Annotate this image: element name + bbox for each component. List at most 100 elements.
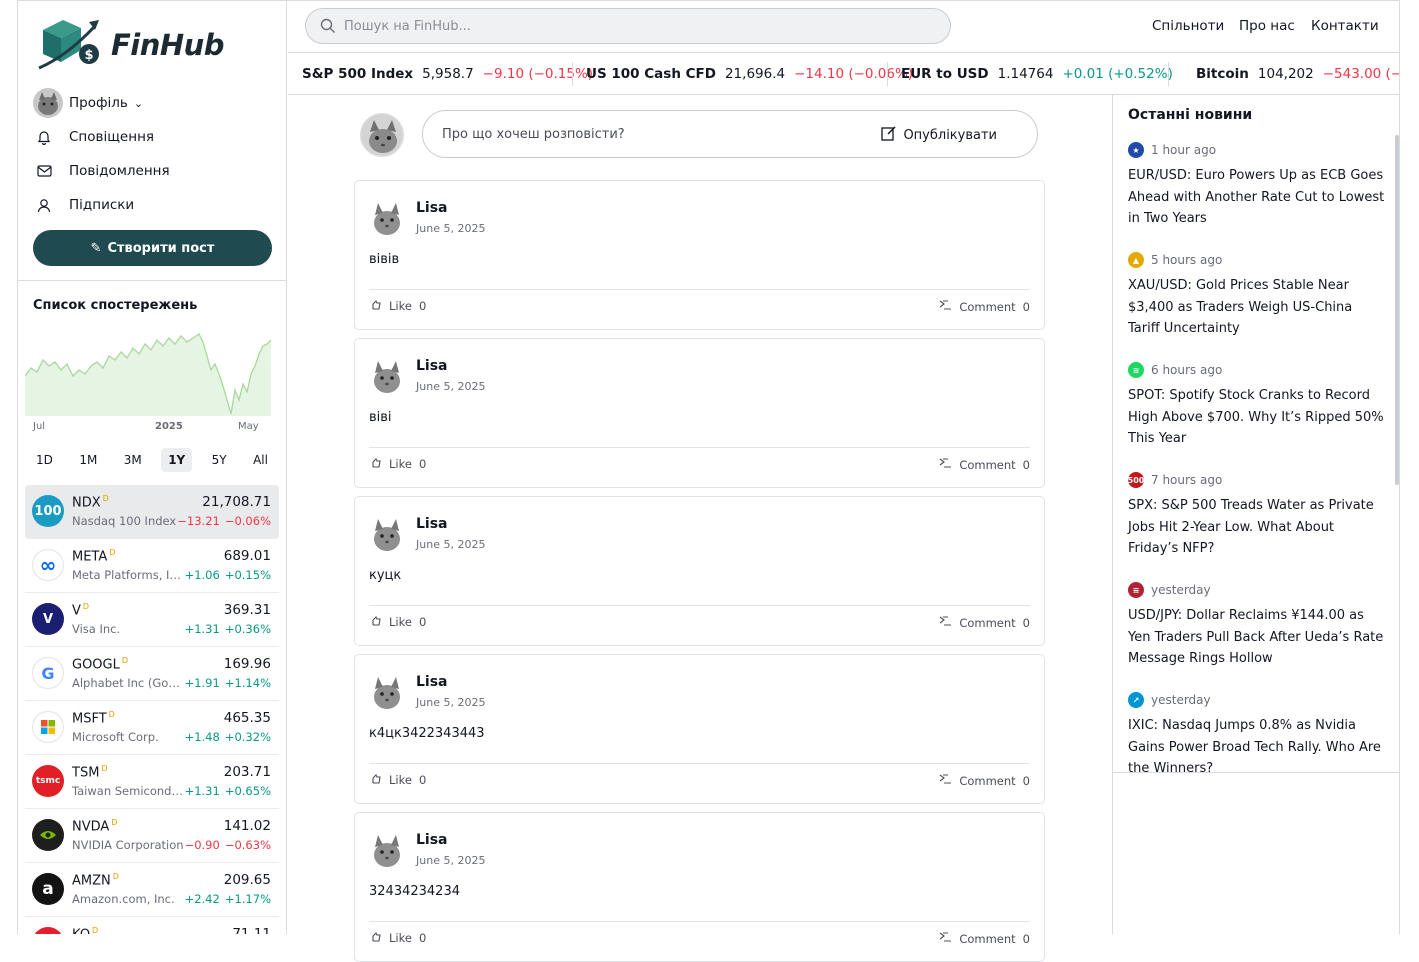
ticker-item[interactable]: US 100 Cash CFD 21,696.4 −14.10 (−0.06%)	[586, 66, 913, 82]
news-headline[interactable]: SPX: S&P 500 Treads Water as Private Job…	[1128, 495, 1386, 560]
search-bar[interactable]	[305, 8, 951, 44]
range-5y[interactable]: 5Y	[205, 448, 234, 472]
avatar[interactable]	[369, 199, 405, 237]
watchlist-name: Taiwan Semiconductor Manufacturing	[72, 784, 184, 798]
comment-count: 0	[1022, 458, 1030, 472]
watchlist-row[interactable]: 100 NDX D Nasdaq 100 Index 21,708.71 −13.21 −0…	[25, 485, 279, 539]
news-headline[interactable]: IXIC: Nasdaq Jumps 0.8% as Nvidia Gains …	[1128, 715, 1386, 772]
avatar[interactable]	[369, 831, 405, 869]
news-headline[interactable]: SPOT: Spotify Stock Cranks to Record Hig…	[1128, 385, 1386, 450]
axis-label: Jul	[33, 421, 46, 432]
symbol-text: GOOGL	[72, 657, 120, 673]
sidebar-item-messages[interactable]: Повідомлення	[33, 154, 273, 188]
news-time: 5 hours ago	[1151, 253, 1223, 267]
brand-name: FinHub	[111, 28, 225, 62]
like-button[interactable]: Like 0	[371, 615, 433, 629]
sidebar-item-subscriptions[interactable]: Підписки	[33, 188, 273, 222]
like-button[interactable]: Like 0	[371, 773, 433, 787]
news-headline[interactable]: EUR/USD: Euro Powers Up as ECB Goes Ahea…	[1128, 165, 1386, 230]
composer-avatar[interactable]	[360, 113, 404, 157]
range-3m[interactable]: 3M	[117, 448, 149, 472]
post-author[interactable]: Lisa	[416, 832, 448, 848]
divider	[369, 763, 1030, 764]
comment-button[interactable]: Comment 0	[931, 931, 1030, 946]
watchlist-price: 465.35	[223, 710, 271, 726]
watchlist-row[interactable]: G GOOGLD Alphabet Inc (Google) Class A 169.…	[25, 647, 279, 701]
avatar[interactable]	[369, 673, 405, 711]
sidebar-item-notifications[interactable]: Сповіщення	[33, 120, 273, 154]
range-1m[interactable]: 1M	[72, 448, 104, 472]
watchlist-price: 21,708.71	[202, 494, 271, 510]
post-date: June 5, 2025	[416, 222, 486, 235]
news-item[interactable]: ≡ yesterday USD/JPY: Dollar Reclaims ¥144.…	[1113, 575, 1400, 685]
news-headline[interactable]: USD/JPY: Dollar Reclaims ¥144.00 as Yen …	[1128, 605, 1386, 670]
comment-label: Comment	[959, 616, 1016, 630]
like-count: 0	[418, 299, 427, 313]
nav-about[interactable]: Про нас	[1239, 18, 1295, 34]
post-author[interactable]: Lisa	[416, 516, 448, 532]
ticker-logo-icon: V	[32, 603, 64, 635]
news-time: yesterday	[1151, 693, 1211, 707]
news-item[interactable]: ★ 1 hour ago EUR/USD: Euro Powers Up as EC…	[1113, 135, 1400, 245]
watchlist-name: Nasdaq 100 Index	[72, 514, 177, 528]
comment-button[interactable]: Comment 0	[931, 299, 1030, 314]
news-headline[interactable]: XAU/USD: Gold Prices Stable Near $3,400 …	[1128, 275, 1386, 340]
nav-contacts[interactable]: Контакти	[1311, 18, 1379, 34]
comment-icon	[938, 300, 952, 314]
news-item[interactable]: ▲ 5 hours ago XAU/USD: Gold Prices Stable …	[1113, 245, 1400, 355]
post-author[interactable]: Lisa	[416, 200, 448, 216]
post-card: Lisa June 5, 2025 32434234234 Like 0 Comment 0	[354, 812, 1045, 962]
news-item[interactable]: 500 7 hours ago SPX: S&P 500 Treads Water …	[1113, 465, 1400, 575]
like-button[interactable]: Like 0	[371, 457, 433, 471]
ticker-item[interactable]: S&P 500 Index 5,958.7 −9.10 (−0.15%)	[302, 66, 593, 82]
user-icon	[33, 198, 55, 213]
news-meta: 500 7 hours ago	[1128, 471, 1386, 489]
ticker-item[interactable]: EUR to USD 1.14764 +0.01 (+0.52%)	[901, 66, 1173, 82]
range-1y[interactable]: 1Y	[161, 448, 193, 472]
watchlist-row[interactable]: V V D Visa Inc. 369.31 +1.31 +0.36%	[25, 593, 279, 647]
news-item[interactable]: ↗ yesterday IXIC: Nasdaq Jumps 0.8% as Nvi…	[1113, 685, 1400, 772]
news-meta: ↗ yesterday	[1128, 691, 1386, 709]
brand-logo[interactable]: $ FinHub	[37, 16, 225, 74]
avatar[interactable]	[369, 357, 405, 395]
search-input[interactable]	[344, 18, 904, 34]
like-button[interactable]: Like 0	[371, 299, 433, 313]
post-author[interactable]: Lisa	[416, 674, 448, 690]
change-value: +1.48	[184, 730, 220, 744]
nav-communities[interactable]: Спільноти	[1152, 18, 1224, 34]
news-item[interactable]: ≋ 6 hours ago SPOT: Spotify Stock Cranks t…	[1113, 355, 1400, 465]
comment-button[interactable]: Comment 0	[931, 773, 1030, 788]
post-date: June 5, 2025	[416, 380, 486, 393]
watchlist-row[interactable]: MSFT D Microsoft Corp. 465.35 +1.48 +0.32%	[25, 701, 279, 755]
like-button[interactable]: Like 0	[371, 931, 433, 945]
spotify-icon: ≋	[1128, 362, 1144, 378]
symbol-text: KO	[72, 927, 90, 934]
post-author[interactable]: Lisa	[416, 358, 448, 374]
composer-input[interactable]: Про що хочеш розповісти? Опублікувати	[422, 110, 1038, 158]
comment-button[interactable]: Comment 0	[931, 615, 1030, 630]
chevron-down-icon: ⌄	[133, 96, 144, 110]
like-icon	[371, 931, 382, 945]
watchlist-row[interactable]: a AMZN D Amazon.com, Inc. 209.65 +2.42 +1.17%	[25, 863, 279, 917]
create-post-button[interactable]: ✎ Створити пост	[33, 230, 272, 266]
like-icon	[371, 615, 382, 629]
news-scrollbar[interactable]	[1395, 135, 1399, 485]
symbol-text: TSM	[72, 765, 100, 781]
watchlist-change: +1.91 +1.14%	[180, 676, 271, 690]
watchlist-row[interactable]: ∞ META D Meta Platforms, Inc. 689.01 +1.06 +0.…	[25, 539, 279, 593]
watchlist-mini-chart[interactable]	[25, 326, 271, 436]
watchlist-row[interactable]: KODCoca-Cola Company71.11	[25, 917, 279, 934]
profile-menu[interactable]: Профіль ⌄	[33, 86, 273, 120]
publish-button[interactable]: Опублікувати	[881, 125, 997, 145]
watchlist-row[interactable]: tsmc TSMD Taiwan Semiconductor Manufacturi…	[25, 755, 279, 809]
watchlist-row[interactable]: NVDA D NVIDIA Corporation 141.02 −0.90 −0.63%	[25, 809, 279, 863]
like-icon	[371, 299, 382, 313]
ticker-item[interactable]: Bitcoin 104,202 −543.00 (−0.52%)	[1196, 66, 1399, 82]
divider	[572, 62, 573, 86]
watchlist-name: Amazon.com, Inc.	[72, 892, 175, 906]
range-all[interactable]: All	[246, 448, 275, 472]
post-text: віві	[369, 410, 392, 425]
comment-button[interactable]: Comment 0	[931, 457, 1030, 472]
avatar[interactable]	[369, 515, 405, 553]
range-1d[interactable]: 1D	[29, 448, 60, 472]
